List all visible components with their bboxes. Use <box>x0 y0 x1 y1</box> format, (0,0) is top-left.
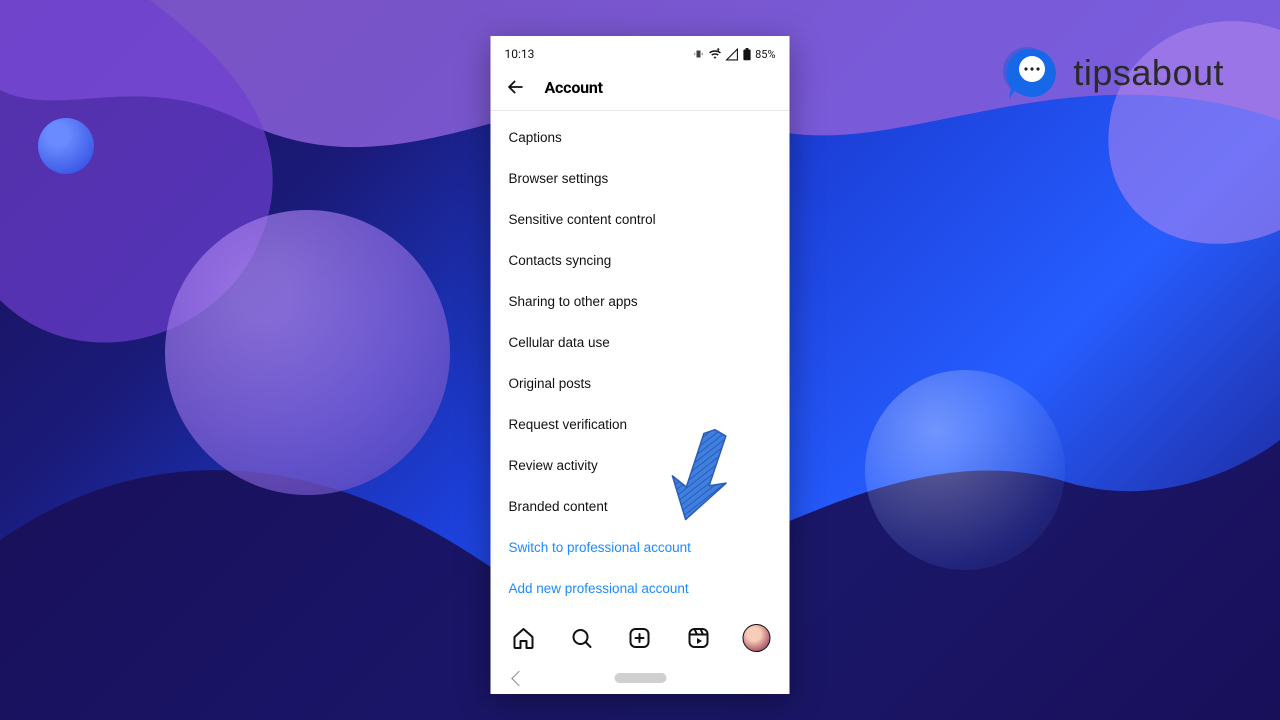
menu-item-sharing-apps[interactable]: Sharing to other apps <box>491 281 790 322</box>
settings-list: Captions Browser settings Sensitive cont… <box>491 111 790 614</box>
watermark-logo <box>999 43 1059 103</box>
link-add-professional[interactable]: Add new professional account <box>491 568 790 609</box>
menu-item-contacts-syncing[interactable]: Contacts syncing <box>491 240 790 281</box>
arrow-left-icon <box>505 76 527 98</box>
plus-square-icon <box>628 626 652 650</box>
app-header: Account <box>491 68 790 111</box>
nav-home[interactable] <box>510 624 538 652</box>
search-icon <box>570 626 594 650</box>
glass-sphere <box>865 370 1065 570</box>
menu-item-request-verification[interactable]: Request verification <box>491 404 790 445</box>
back-button[interactable] <box>505 76 527 98</box>
status-icons: 85% <box>692 48 775 61</box>
system-home-pill[interactable] <box>615 673 667 683</box>
vibrate-icon <box>692 48 704 60</box>
menu-item-sensitive-content[interactable]: Sensitive content control <box>491 199 790 240</box>
menu-item-captions[interactable]: Captions <box>491 117 790 158</box>
home-icon <box>512 626 536 650</box>
nav-profile[interactable] <box>742 624 770 652</box>
battery-icon <box>742 48 751 61</box>
large-sphere <box>165 210 450 495</box>
menu-item-branded-content[interactable]: Branded content <box>491 486 790 527</box>
profile-avatar-icon <box>742 624 770 652</box>
menu-item-cellular-data[interactable]: Cellular data use <box>491 322 790 363</box>
phone-frame: 10:13 85% Account Captions Browser setti… <box>491 36 790 694</box>
menu-item-review-activity[interactable]: Review activity <box>491 445 790 486</box>
page-title: Account <box>545 78 603 97</box>
bottom-nav <box>491 614 790 662</box>
menu-item-browser-settings[interactable]: Browser settings <box>491 158 790 199</box>
status-bar: 10:13 85% <box>491 36 790 68</box>
link-switch-professional[interactable]: Switch to professional account <box>491 527 790 568</box>
status-time: 10:13 <box>505 47 535 61</box>
watermark-text: tipsabout <box>1073 52 1224 94</box>
nav-reels[interactable] <box>684 624 712 652</box>
wifi-icon <box>708 48 721 61</box>
nav-new-post[interactable] <box>626 624 654 652</box>
small-sphere <box>38 118 94 174</box>
system-nav-bar <box>491 662 790 694</box>
signal-icon <box>725 48 738 61</box>
watermark-brand: tipsabout <box>999 43 1224 103</box>
nav-search[interactable] <box>568 624 596 652</box>
menu-item-original-posts[interactable]: Original posts <box>491 363 790 404</box>
reels-icon <box>686 626 710 650</box>
battery-text: 85% <box>755 48 775 61</box>
system-back-button[interactable] <box>511 670 527 686</box>
